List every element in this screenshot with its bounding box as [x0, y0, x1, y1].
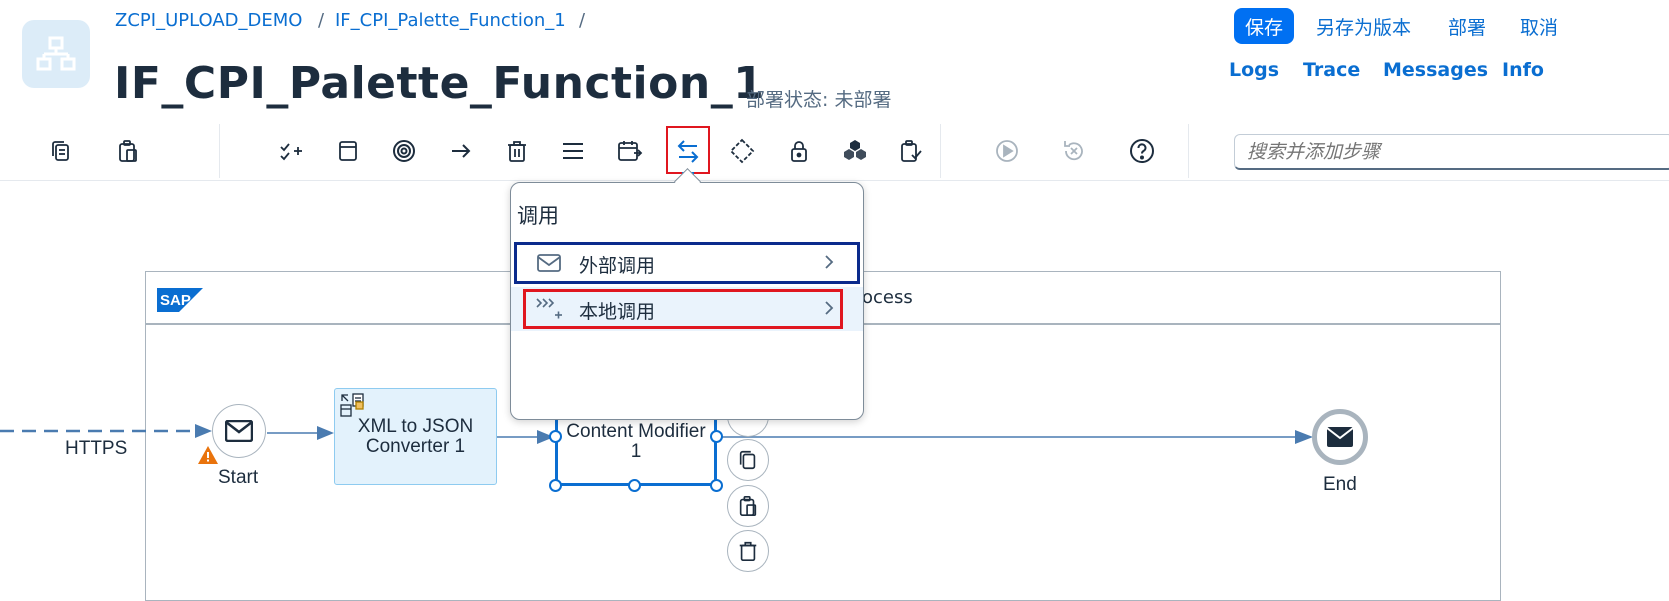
sender-channel-label[interactable]: HTTPS: [65, 438, 127, 460]
resize-handle[interactable]: [549, 479, 562, 492]
local-call-icon: [535, 295, 563, 325]
envelope-filled-icon: [1326, 427, 1354, 447]
context-copy-button[interactable]: [727, 439, 769, 481]
step-label-line1: Content Modifier: [566, 421, 706, 442]
resize-handle[interactable]: [628, 479, 641, 492]
highlight-outline: [523, 289, 843, 329]
resize-handle[interactable]: [710, 479, 723, 492]
popover-title: 调用: [517, 204, 559, 228]
focus-outline: [514, 242, 860, 284]
delete-icon: [739, 541, 757, 561]
menu-item-local-call[interactable]: 本地调用: [511, 287, 863, 331]
context-paste-button[interactable]: [727, 485, 769, 527]
start-event[interactable]: [212, 404, 266, 458]
start-event-label: Start: [218, 467, 259, 488]
step-label-line1: XML to JSON: [357, 415, 474, 437]
chevron-right-icon: [824, 300, 834, 320]
menu-item-external-call[interactable]: 外部调用: [511, 241, 863, 285]
resize-handle[interactable]: [549, 430, 562, 443]
end-event[interactable]: [1312, 409, 1368, 465]
menu-item-label: 外部调用: [579, 255, 656, 277]
end-event-label: End: [1323, 474, 1357, 495]
warning-icon: [198, 446, 218, 468]
menu-item-label: 本地调用: [579, 301, 656, 323]
envelope-icon: [225, 420, 253, 442]
step-label-line2: 1: [630, 441, 642, 462]
resize-handle[interactable]: [710, 430, 723, 443]
chevron-right-icon: [824, 254, 834, 274]
step-label-line2: Converter 1: [365, 435, 466, 457]
context-delete-button[interactable]: [727, 530, 769, 572]
envelope-icon: [537, 253, 561, 277]
converter-icon: [339, 392, 365, 422]
copy-icon: [739, 450, 756, 470]
paste-icon: [739, 496, 757, 516]
